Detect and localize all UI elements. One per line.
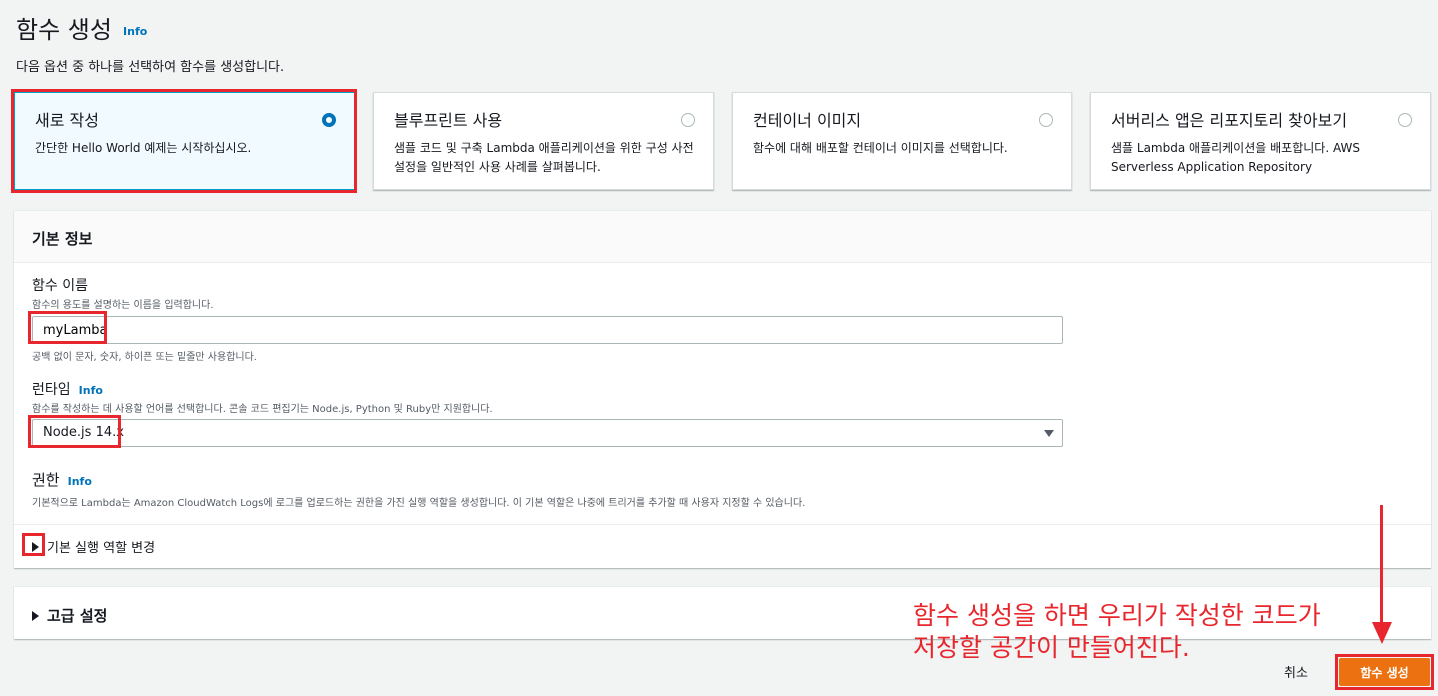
title-info-link[interactable]: Info (123, 25, 147, 38)
permissions-label-text: 권한 (32, 471, 60, 489)
runtime-desc: 함수를 작성하는 데 사용할 언어를 선택합니다. 콘솔 코드 편집기는 Nod… (32, 404, 493, 415)
runtime-label: 런타임 Info (32, 379, 103, 399)
annotation-arrow-line (1380, 505, 1383, 625)
annotation-text: 함수 생성을 하면 우리가 작성한 코드가 저장할 공간이 만들어진다. (913, 600, 1321, 664)
page-title: 함수 생성 (16, 16, 112, 44)
function-name-desc: 함수의 용도를 설명하는 이름을 입력합니다. (32, 300, 214, 311)
create-function-button[interactable]: 함수 생성 (1339, 658, 1430, 686)
caret-right-icon (32, 610, 39, 621)
panel-header: 기본 정보 (14, 211, 1431, 263)
caret-right-icon (32, 541, 39, 552)
cancel-button[interactable]: 취소 (1284, 662, 1308, 681)
option-title: 컨테이너 이미지 (753, 111, 862, 130)
permissions-desc: 기본적으로 Lambda는 Amazon CloudWatch Logs에 로그… (32, 498, 806, 509)
basic-info-panel: 기본 정보 함수 이름 함수의 용도를 설명하는 이름을 입력합니다. 공백 없… (14, 210, 1431, 568)
runtime-info-link[interactable]: Info (79, 384, 103, 397)
caret-down-icon (1044, 430, 1054, 437)
runtime-label-text: 런타임 (32, 382, 71, 398)
radio-icon[interactable] (1398, 113, 1412, 127)
change-role-label: 기본 실행 역할 변경 (47, 541, 156, 556)
option-desc: 샘플 Lambda 애플리케이션을 배포합니다. AWS Serverless … (1111, 141, 1360, 174)
option-author-from-scratch[interactable]: 새로 작성 간단한 Hello World 예제는 시작하십시오. (14, 92, 355, 190)
option-serverless-app-repo[interactable]: 서버리스 앱은 리포지토리 찾아보기 샘플 Lambda 애플리케이션을 배포합… (1090, 92, 1431, 190)
radio-selected-icon[interactable] (322, 113, 336, 127)
option-use-blueprint[interactable]: 블루프린트 사용 샘플 코드 및 구축 Lambda 애플리케이션을 위한 구성… (373, 92, 714, 190)
option-title: 블루프린트 사용 (394, 111, 503, 130)
divider (14, 524, 1431, 525)
option-desc: 간단한 Hello World 예제는 시작하십시오. (35, 141, 252, 155)
annotation-line-1: 함수 생성을 하면 우리가 작성한 코드가 (913, 601, 1321, 630)
runtime-value: Node.js 14.x (43, 425, 124, 440)
permissions-label: 권한 Info (32, 469, 92, 490)
advanced-settings-label: 고급 설정 (47, 607, 108, 625)
function-name-label: 함수 이름 (32, 278, 88, 294)
radio-icon[interactable] (1039, 113, 1053, 127)
change-role-expander[interactable]: 기본 실행 역할 변경 (32, 537, 155, 556)
annotation-arrow-head-icon (1372, 622, 1392, 644)
function-name-input[interactable] (32, 316, 1063, 344)
runtime-select[interactable]: Node.js 14.x (32, 419, 1063, 447)
page-subtitle: 다음 옵션 중 하나를 선택하여 함수를 생성합니다. (16, 60, 285, 75)
option-container-image[interactable]: 컨테이너 이미지 함수에 대해 배포할 컨테이너 이미지를 선택합니다. (732, 92, 1072, 190)
option-desc: 샘플 코드 및 구축 Lambda 애플리케이션을 위한 구성 사전 설정을 일… (394, 141, 694, 174)
advanced-settings-expander[interactable]: 고급 설정 (32, 605, 107, 626)
page-header: 함수 생성 Info (16, 10, 147, 45)
annotation-line-2: 저장할 공간이 만들어진다. (913, 633, 1190, 662)
radio-icon[interactable] (681, 113, 695, 127)
option-title: 서버리스 앱은 리포지토리 찾아보기 (1111, 111, 1348, 130)
option-desc: 함수에 대해 배포할 컨테이너 이미지를 선택합니다. (753, 141, 1008, 155)
permissions-info-link[interactable]: Info (68, 475, 92, 488)
option-title: 새로 작성 (35, 111, 99, 130)
function-name-hint: 공백 없이 문자, 숫자, 하이픈 또는 밑줄만 사용합니다. (32, 352, 257, 363)
